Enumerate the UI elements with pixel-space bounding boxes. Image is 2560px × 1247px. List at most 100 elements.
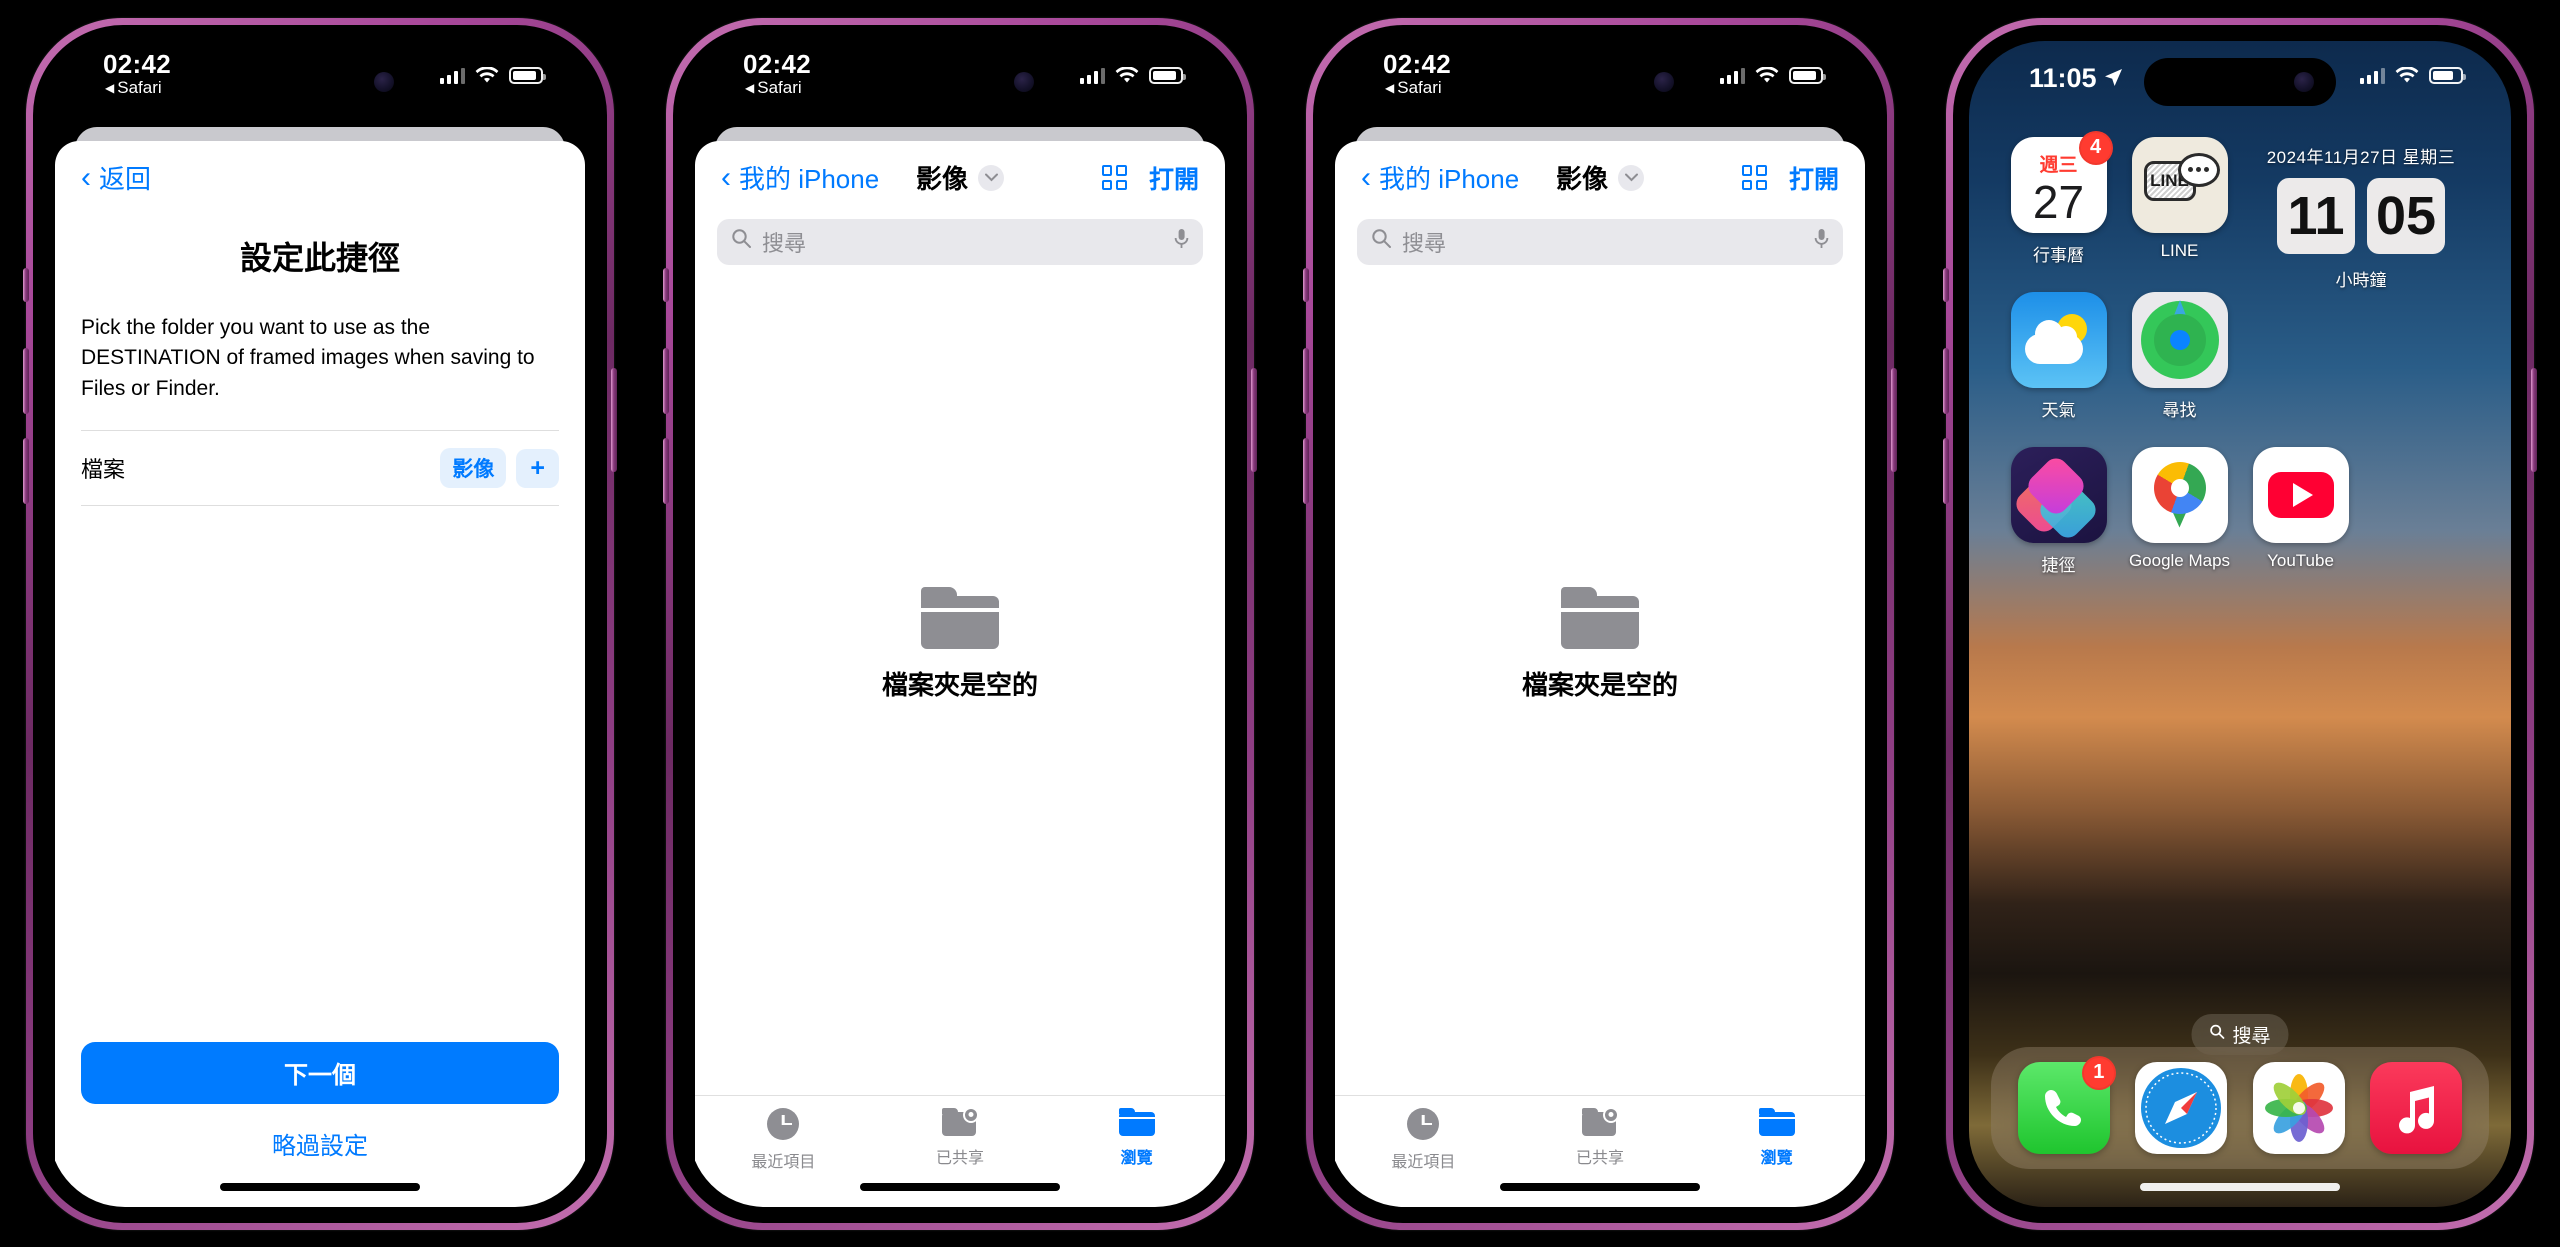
dock-app-phone[interactable]: 1 bbox=[2017, 1055, 2116, 1154]
grid-view-icon[interactable] bbox=[1101, 165, 1127, 190]
folder-title: 影像 bbox=[1555, 164, 1609, 194]
search-field[interactable]: 搜尋 bbox=[1357, 218, 1843, 265]
app-weather[interactable]: 天氣 bbox=[2003, 291, 2114, 421]
app-calendar[interactable]: 週三 27 4 行事曆 bbox=[2003, 130, 2114, 266]
folder-config-row[interactable]: 檔案 影像 + bbox=[81, 430, 559, 507]
youtube-icon bbox=[2252, 446, 2349, 543]
back-to-app-link[interactable]: ◀ Safari bbox=[745, 78, 802, 98]
files-navbar: ‹ 我的 iPhone 影像 打開 bbox=[1335, 141, 1865, 215]
chevron-down-icon[interactable] bbox=[1618, 164, 1645, 191]
status-right bbox=[1719, 66, 1826, 85]
volume-up-button[interactable] bbox=[663, 347, 669, 414]
status-right bbox=[2359, 66, 2466, 85]
folder-value-pill[interactable]: 影像 bbox=[440, 448, 507, 489]
wifi-icon bbox=[2395, 66, 2419, 85]
wifi-icon bbox=[1755, 66, 1779, 85]
tab-shared[interactable]: 已共享 bbox=[1512, 1106, 1689, 1168]
setup-body: 設定此捷徑 Pick the folder you want to use as… bbox=[55, 215, 585, 507]
app-shortcuts[interactable]: 捷徑 bbox=[2003, 446, 2114, 576]
app-line[interactable]: LINE LINE bbox=[2124, 136, 2235, 266]
status-right bbox=[1079, 66, 1186, 85]
back-button[interactable]: ‹ 返回 bbox=[81, 159, 151, 196]
home-indicator[interactable] bbox=[860, 1182, 1060, 1191]
microphone-icon[interactable] bbox=[1814, 228, 1829, 256]
volume-up-button[interactable] bbox=[1303, 347, 1309, 414]
shared-folder-icon bbox=[1582, 1106, 1619, 1136]
volume-down-button[interactable] bbox=[1303, 437, 1309, 504]
browse-folder-icon bbox=[1118, 1107, 1155, 1136]
home-indicator[interactable] bbox=[1500, 1182, 1700, 1191]
app-youtube[interactable]: YouTube bbox=[2245, 446, 2356, 576]
files-navbar: ‹ 我的 iPhone 影像 打開 bbox=[695, 141, 1225, 215]
back-to-app-link[interactable]: ◀ Safari bbox=[105, 78, 162, 98]
open-button[interactable]: 打開 bbox=[1789, 160, 1839, 196]
calendar-day: 27 bbox=[2032, 176, 2085, 228]
clock-widget[interactable]: 2024年11月27日 星期三 11 05 小時鐘 bbox=[2245, 137, 2477, 421]
skip-setup-button[interactable]: 略過設定 bbox=[81, 1126, 559, 1161]
folder-config-label: 檔案 bbox=[81, 457, 126, 483]
phone-badge: 1 bbox=[2081, 1055, 2116, 1090]
back-button[interactable]: ‹ 我的 iPhone bbox=[721, 159, 879, 196]
back-button[interactable]: ‹ 我的 iPhone bbox=[1361, 159, 1519, 196]
tab-recents[interactable]: 最近項目 bbox=[695, 1107, 872, 1172]
add-folder-button[interactable]: + bbox=[516, 448, 559, 488]
folder-title-group[interactable]: 影像 bbox=[916, 159, 1005, 196]
tab-browse[interactable]: 瀏覽 bbox=[1688, 1107, 1865, 1168]
dynamic-island bbox=[2144, 57, 2336, 106]
tab-shared[interactable]: 已共享 bbox=[872, 1106, 1049, 1168]
tab-browse[interactable]: 瀏覽 bbox=[1048, 1107, 1225, 1168]
setup-navbar: ‹ 返回 bbox=[55, 141, 585, 215]
phone-4-home-screen: 11:05 週三 27 4 行事曆 LINE LINE 2024年11月27日 … bbox=[1943, 17, 2537, 1230]
search-icon bbox=[1371, 228, 1392, 255]
home-indicator[interactable] bbox=[220, 1182, 420, 1191]
volume-down-button[interactable] bbox=[663, 437, 669, 504]
status-time: 02:42 bbox=[743, 48, 811, 79]
app-google-maps[interactable]: Google Maps bbox=[2124, 446, 2235, 576]
app-findmy[interactable]: 尋找 bbox=[2124, 291, 2235, 421]
home-search-label: 搜尋 bbox=[2232, 1025, 2271, 1047]
volume-up-button[interactable] bbox=[1943, 347, 1949, 414]
dock-app-music[interactable] bbox=[2370, 1061, 2463, 1154]
volume-down-button[interactable] bbox=[1943, 437, 1949, 504]
grid-view-icon[interactable] bbox=[1741, 165, 1767, 190]
line-icon: LINE bbox=[2131, 136, 2228, 233]
chevron-down-icon[interactable] bbox=[978, 164, 1005, 191]
home-indicator[interactable] bbox=[2140, 1182, 2340, 1191]
folder-title-group[interactable]: 影像 bbox=[1555, 159, 1645, 196]
power-button[interactable] bbox=[2531, 367, 2537, 472]
power-button[interactable] bbox=[1251, 367, 1257, 472]
power-button[interactable] bbox=[611, 367, 617, 472]
front-camera-icon bbox=[1654, 71, 1674, 92]
battery-icon bbox=[1149, 67, 1186, 84]
volume-down-button[interactable] bbox=[23, 437, 29, 504]
phone-screen: 02:42 ◀ Safari bbox=[1329, 40, 1871, 1207]
setup-description: Pick the folder you want to use as the D… bbox=[81, 315, 535, 400]
microphone-icon[interactable] bbox=[1174, 228, 1189, 256]
music-app-icon bbox=[2370, 1061, 2463, 1154]
calendar-badge: 4 bbox=[2078, 130, 2113, 165]
app-label: LINE bbox=[2160, 240, 2199, 260]
status-time-group: 11:05 bbox=[2029, 63, 2123, 94]
tab-recents[interactable]: 最近項目 bbox=[1335, 1107, 1512, 1172]
dock-app-photos[interactable] bbox=[2252, 1061, 2345, 1154]
tab-browse-label: 瀏覽 bbox=[1760, 1149, 1793, 1167]
back-app-label: Safari bbox=[757, 77, 802, 97]
open-button[interactable]: 打開 bbox=[1149, 160, 1199, 196]
tab-recents-label: 最近項目 bbox=[1391, 1153, 1456, 1171]
dock-app-safari[interactable] bbox=[2135, 1061, 2228, 1154]
app-label: YouTube bbox=[2267, 550, 2334, 570]
mute-switch[interactable] bbox=[663, 267, 669, 302]
next-button[interactable]: 下一個 bbox=[81, 1041, 559, 1104]
mute-switch[interactable] bbox=[1943, 267, 1949, 302]
widget-minutes: 05 bbox=[2367, 177, 2445, 254]
search-field[interactable]: 搜尋 bbox=[717, 218, 1203, 265]
mute-switch[interactable] bbox=[1303, 267, 1309, 302]
empty-folder-text: 檔案夾是空的 bbox=[881, 670, 1038, 700]
folder-icon bbox=[1561, 587, 1639, 649]
volume-up-button[interactable] bbox=[23, 347, 29, 414]
shared-folder-icon bbox=[942, 1106, 979, 1136]
mute-switch[interactable] bbox=[23, 267, 29, 302]
power-button[interactable] bbox=[1891, 367, 1897, 472]
back-to-app-link[interactable]: ◀ Safari bbox=[1385, 78, 1442, 98]
battery-icon bbox=[2429, 67, 2466, 84]
